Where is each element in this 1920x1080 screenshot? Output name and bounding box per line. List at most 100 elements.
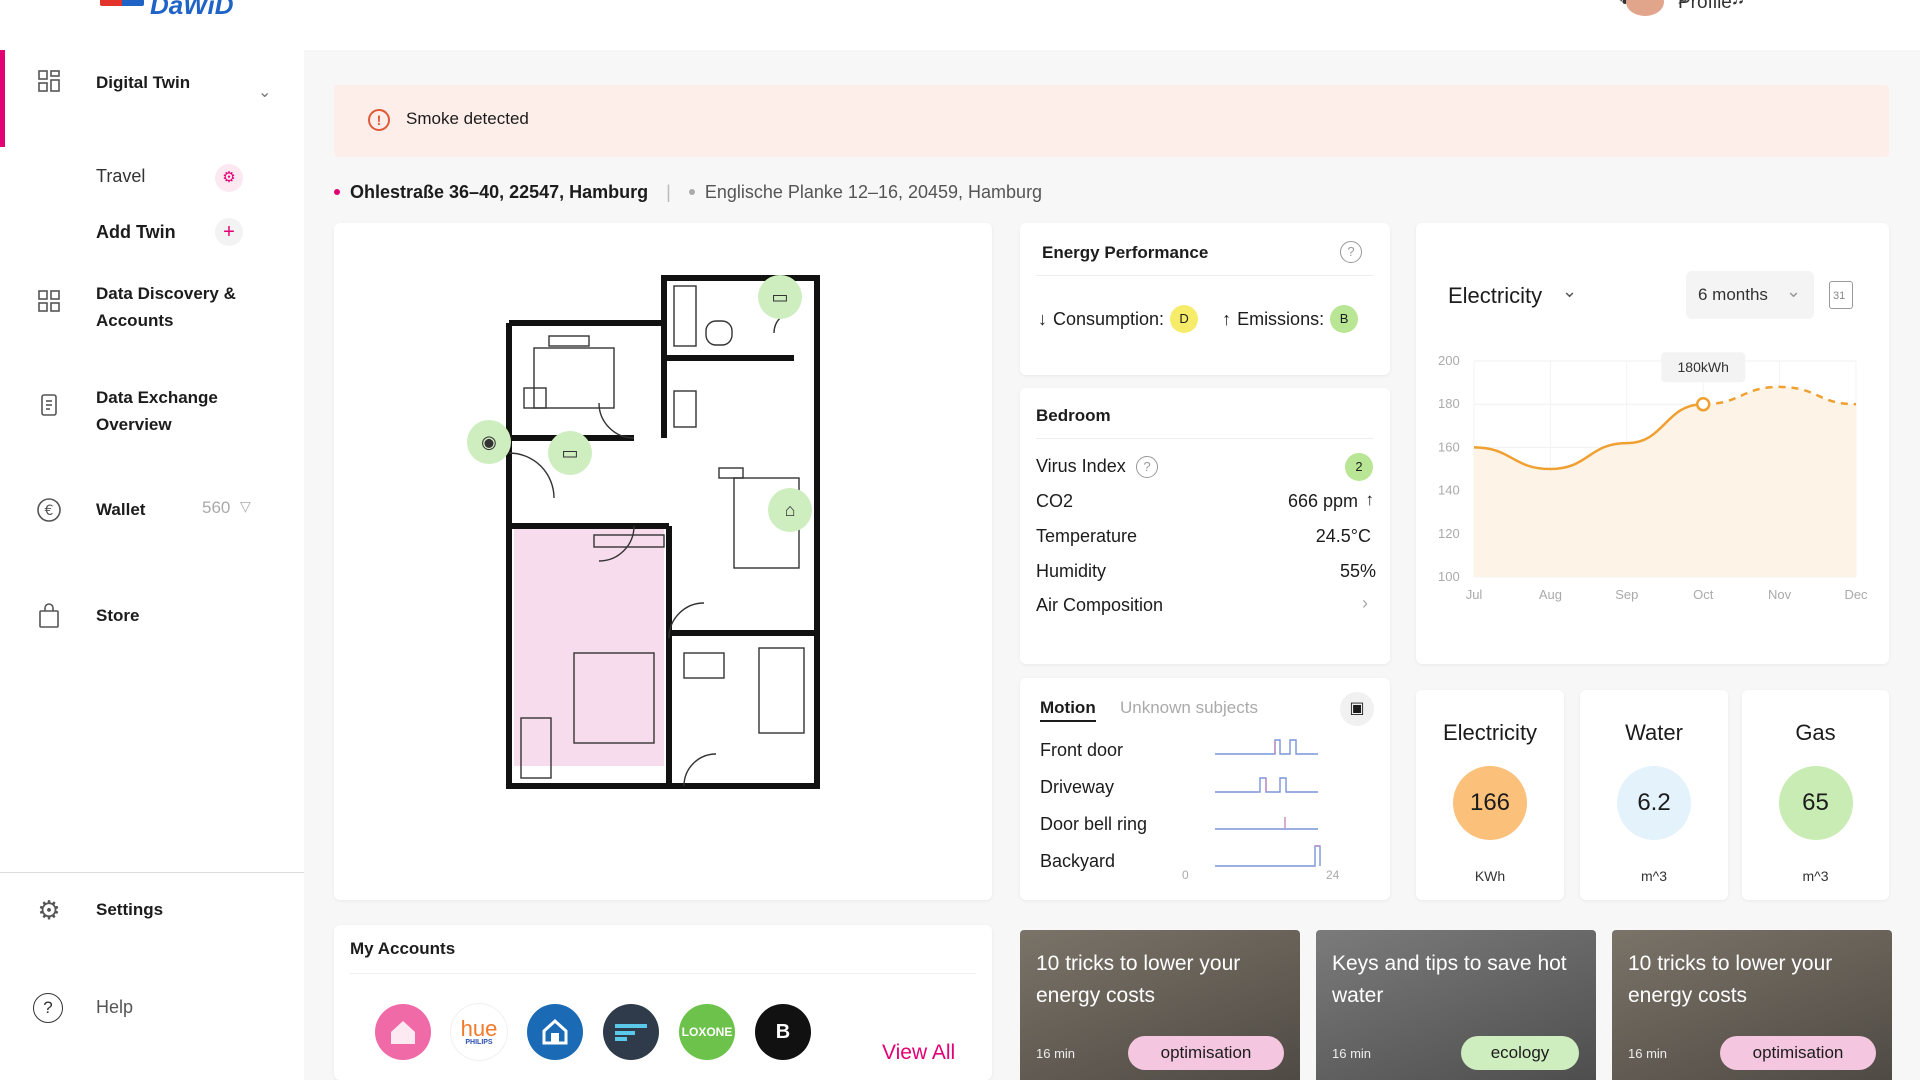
tv-icon[interactable]: ▭ [548, 431, 592, 475]
virus-index-label: Virus Index [1036, 456, 1126, 476]
hue-text: hue [460, 1015, 498, 1041]
svg-text:€: € [45, 503, 54, 519]
document-icon [36, 393, 62, 419]
inactive-dot [688, 189, 695, 195]
lock-icon[interactable]: ⌂ [768, 488, 812, 532]
temperature-value: 24.5°C [1315, 526, 1371, 546]
x-tick-label: Nov [1768, 587, 1792, 602]
meter-water[interactable]: Water 6.2 m^3 [1580, 690, 1728, 900]
electricity-line-chart: 200 180 160 140 120 100 Jul Aug Sep Oct Nov Dec 180k… [1438, 352, 1868, 602]
range-select[interactable]: 6 months ⌄ [1686, 271, 1814, 319]
article-card[interactable]: 10 tricks to lower your energy costs 16 … [1612, 930, 1892, 1080]
arrow-down-icon: ↓ [1038, 308, 1047, 329]
meter-gas[interactable]: Gas 65 m^3 [1742, 690, 1889, 900]
motion-row-label: Door bell ring [1040, 814, 1148, 834]
app-logo[interactable]: DaWiD [100, 0, 234, 20]
meter-value: 65 [1778, 766, 1853, 840]
grid-icon [36, 69, 62, 95]
plus-icon[interactable]: + [215, 218, 243, 246]
emissions-grade: B [1330, 305, 1359, 333]
arrow-up-icon: ↑ [1222, 308, 1232, 329]
y-tick-label: 180 [1438, 396, 1460, 411]
calendar-icon[interactable]: 31 [1829, 281, 1853, 309]
sidebar-subitem-travel[interactable]: Travel [96, 166, 145, 187]
co2-value: 666 ppm [1287, 491, 1358, 511]
article-card[interactable]: Keys and tips to save hot water 16 min e… [1316, 930, 1596, 1080]
account-loxone-icon[interactable]: LOXONE [679, 1004, 735, 1060]
motion-row-label: Front door [1040, 740, 1124, 760]
account-home-icon[interactable] [527, 1004, 583, 1060]
meter-unit: KWh [1474, 868, 1506, 884]
y-tick-label: 160 [1438, 439, 1460, 454]
sidebar-divider [0, 872, 304, 873]
article-tag: optimisation [1720, 1036, 1876, 1070]
accounts-card: My Accounts View All [334, 925, 992, 1080]
chevron-down-icon[interactable]: ▽ [240, 498, 251, 515]
top-bar: DaWiD ⛟ ⌕ ♫ Profile [0, 0, 1920, 50]
axis-start: 0 [1182, 868, 1189, 882]
range-label: 6 months [1698, 285, 1768, 304]
warning-icon: ! [368, 109, 390, 131]
consumption-label: Consumption: [1053, 308, 1165, 329]
consumption-grade: D [1170, 305, 1199, 333]
camera-icon[interactable]: ◉ [467, 420, 511, 464]
article-tag: optimisation [1128, 1036, 1284, 1070]
sidebar-subitem-add-twin[interactable]: Add Twin [96, 222, 176, 243]
meter-unit: m^3 [1640, 868, 1668, 884]
sidebar-item-label: Wallet [96, 500, 146, 519]
username[interactable]: Profile [1678, 0, 1732, 14]
account-b-icon[interactable]: B [755, 1004, 811, 1060]
euro-icon: € [36, 497, 62, 523]
address-tab-other[interactable]: Englische Planke 12–16, 20459, Hamburg [705, 182, 1042, 203]
sidebar-item-label: Data Exchange Overview [96, 388, 218, 434]
floorplan-card: ▭ ◉ ▭ ⌂ [334, 223, 992, 900]
meter-title: Gas [1795, 720, 1836, 745]
meter-electricity[interactable]: Electricity 166 KWh [1416, 690, 1564, 900]
help-icon: ? [33, 993, 63, 1023]
arrow-up-icon: ↑ [1365, 490, 1375, 509]
gear-icon[interactable]: ⚙ [215, 164, 243, 192]
help-icon[interactable]: ? [1136, 456, 1158, 478]
energy-performance-card: Energy Performance ? ↓ Consumption: D ↑ … [1020, 223, 1390, 375]
article-time: 16 min [1628, 1046, 1668, 1061]
air-composition-label[interactable]: Air Composition [1036, 595, 1163, 616]
account-energy-icon[interactable] [603, 1004, 659, 1060]
smoke-alert[interactable]: ! Smoke detected [334, 85, 1889, 157]
x-tick-label: Jul [1466, 587, 1483, 602]
video-icon[interactable]: ▣ [1340, 692, 1374, 726]
philips-text: PHILIPS [465, 1038, 493, 1046]
chevron-down-icon[interactable]: ⌄ [258, 82, 271, 102]
alert-text: Smoke detected [406, 109, 529, 128]
virus-index-value: 2 [1345, 453, 1373, 481]
meter-title: Electricity [1442, 720, 1538, 745]
account-homey-icon[interactable] [375, 1004, 431, 1060]
humidity-label: Humidity [1036, 561, 1107, 581]
co2-label: CO2 [1036, 491, 1074, 511]
divider [1036, 275, 1374, 276]
room-card: Bedroom Virus Index ? 2 CO2 666 ppm ↑ Te… [1020, 388, 1390, 664]
active-indicator [0, 50, 5, 147]
tv-icon[interactable]: ▭ [758, 275, 802, 319]
address-tab-active[interactable]: Ohlestraße 36–40, 22547, Hamburg [350, 182, 648, 203]
view-all-link[interactable]: View All [882, 1041, 955, 1065]
chevron-down-icon[interactable]: ⌄ [1562, 281, 1577, 302]
gear-icon: ⚙ [37, 895, 61, 925]
account-hue-icon[interactable]: hue PHILIPS [451, 1004, 507, 1060]
divider: | [666, 181, 671, 202]
x-tick-label: Oct [1693, 587, 1714, 602]
motion-row-label: Driveway [1040, 777, 1115, 797]
chevron-right-icon[interactable]: › [1362, 593, 1368, 614]
sidebar-item-label: Digital Twin [96, 72, 191, 92]
sidebar: Digital Twin ⌄ Travel ⚙ Add Twin + Data … [0, 50, 304, 1080]
tab-motion[interactable]: Motion [1040, 698, 1096, 722]
x-tick-label: Sep [1615, 587, 1638, 602]
sidebar-item-label: Store [96, 606, 140, 625]
article-card[interactable]: 10 tricks to lower your energy costs 16 … [1020, 930, 1300, 1080]
resource-select[interactable]: Electricity [1448, 283, 1542, 309]
meter-value: 166 [1453, 766, 1527, 840]
emissions-label: Emissions: [1237, 308, 1325, 329]
help-icon[interactable]: ? [1340, 241, 1362, 263]
avatar[interactable] [1626, 0, 1664, 16]
data-point [1695, 396, 1711, 412]
tab-unknown-subjects[interactable]: Unknown subjects [1120, 698, 1258, 718]
